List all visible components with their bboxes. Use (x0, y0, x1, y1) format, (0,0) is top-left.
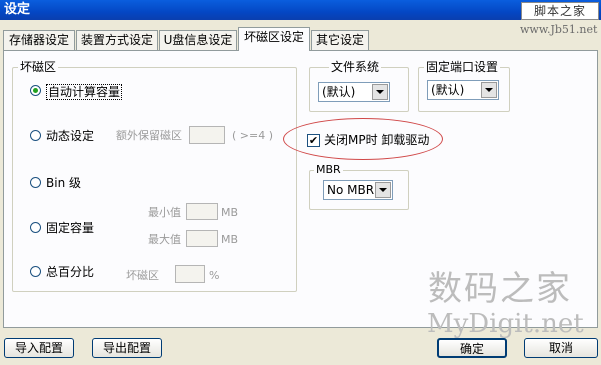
radio-fixed-capacity[interactable] (30, 222, 41, 233)
filesystem-select[interactable]: (默认) (318, 82, 390, 102)
chevron-down-icon (481, 82, 497, 98)
reserve-sector-hint: ( >=4 ) (232, 129, 274, 142)
radio-dynamic-label: 动态设定 (46, 129, 95, 143)
filesystem-select-value: (默认) (322, 85, 356, 99)
radio-auto-capacity-label: 自动计算容量 (46, 84, 123, 100)
mbr-select-value: No MBR (327, 183, 375, 197)
tab-install-mode[interactable]: 装置方式设定 (76, 30, 158, 50)
tab-other[interactable]: 其它设定 (311, 30, 369, 50)
radio-fixed-capacity-label: 固定容量 (46, 221, 95, 235)
import-config-button[interactable]: 导入配置 (4, 338, 74, 358)
unload-driver-checkbox[interactable]: ✔ (307, 134, 320, 147)
reserve-sector-label: 额外保留磁区 (116, 129, 182, 142)
port-select[interactable]: (默认) (427, 80, 499, 100)
radio-bin-level[interactable] (30, 177, 41, 188)
max-value-label: 最大值 (148, 233, 181, 246)
radio-total-percent[interactable] (30, 266, 41, 277)
window-title: 设定 (4, 2, 31, 17)
watermark-text: 数码之家 (428, 269, 572, 309)
cancel-button[interactable]: 取消 (524, 338, 598, 358)
tab-storage[interactable]: 存储器设定 (3, 30, 75, 50)
max-value-input[interactable] (186, 230, 218, 247)
bad-sector-percent-input[interactable] (175, 265, 205, 283)
mbr-legend: MBR (314, 163, 343, 177)
checkmark-icon: ✔ (308, 134, 319, 147)
chevron-down-icon (372, 84, 388, 100)
ok-button[interactable]: 确定 (437, 338, 507, 358)
min-value-unit: MB (221, 206, 239, 219)
port-legend: 固定端口设置 (424, 60, 501, 74)
percent-unit: % (209, 269, 220, 282)
filesystem-legend: 文件系统 (329, 60, 382, 74)
min-value-label: 最小值 (148, 206, 181, 219)
tab-bad-sector[interactable]: 坏磁区设定 (238, 27, 310, 51)
radio-bin-level-label: Bin 级 (46, 176, 81, 190)
min-value-input[interactable] (186, 203, 218, 220)
max-value-unit: MB (221, 233, 239, 246)
radio-total-percent-label: 总百分比 (46, 265, 95, 279)
chevron-down-icon (375, 182, 391, 198)
watermark-url: MyDigit.net (427, 309, 584, 339)
reserve-sector-input[interactable] (189, 126, 225, 144)
bad-sector-percent-label: 坏磁区 (126, 269, 159, 282)
site-url: www.Jb51.net (520, 23, 598, 36)
tab-udisk-info[interactable]: U盘信息设定 (159, 30, 237, 50)
title-bar (0, 0, 601, 20)
radio-dynamic[interactable] (30, 130, 41, 141)
port-select-value: (默认) (431, 83, 465, 97)
mbr-select[interactable]: No MBR (323, 180, 393, 200)
site-logo: 脚本之家 (521, 2, 599, 20)
export-config-button[interactable]: 导出配置 (92, 338, 162, 358)
bad-sector-legend: 坏磁区 (18, 60, 59, 74)
unload-driver-label: 关闭MP时 卸载驱动 (324, 133, 430, 147)
radio-auto-capacity[interactable] (30, 85, 41, 96)
